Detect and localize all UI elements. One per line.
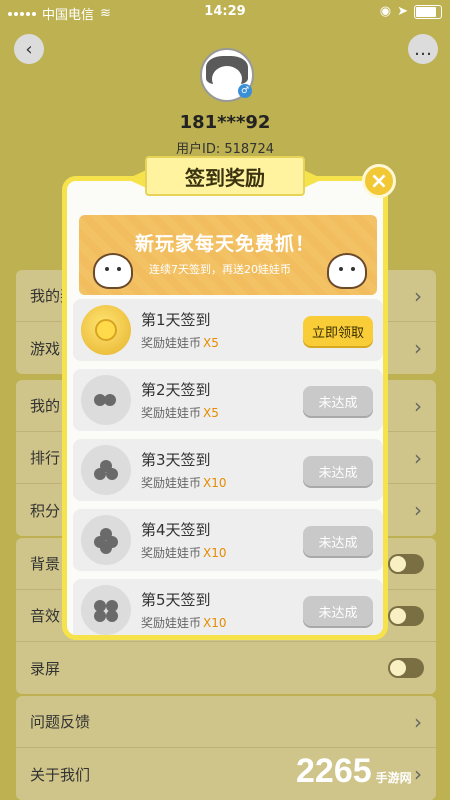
close-icon: ×: [369, 168, 389, 194]
locked-button[interactable]: 未达成: [303, 386, 373, 416]
coin-stack-icon: [81, 445, 131, 495]
row-label: 录屏: [30, 659, 61, 678]
coin-stack-icon: [81, 585, 131, 635]
gender-male-icon: ♂: [238, 84, 252, 98]
chevron-right-icon: ›: [414, 284, 422, 308]
day-reward: 奖励娃娃币 X10: [141, 546, 227, 560]
mascot-right-icon: [327, 253, 367, 289]
chat-icon: …: [414, 38, 432, 60]
row-label: 排行: [30, 449, 61, 467]
record-toggle[interactable]: [388, 658, 424, 678]
back-button[interactable]: ‹: [14, 34, 44, 64]
gold-coin-icon: [81, 305, 131, 355]
reward-qty: X10: [203, 616, 227, 630]
reward-qty: X10: [203, 546, 227, 560]
day-title: 第1天签到: [141, 311, 211, 329]
mascot-left-icon: [93, 253, 133, 289]
row-label: 游戏: [30, 339, 61, 358]
claim-button[interactable]: 立即领取: [303, 316, 373, 346]
settings-row-record: 录屏: [16, 642, 436, 694]
chevron-left-icon: ‹: [25, 38, 33, 60]
coin-stack-icon: [81, 515, 131, 565]
battery-icon: [414, 4, 442, 19]
row-label: 我的: [30, 397, 61, 415]
watermark-logo: 2265 手游网: [296, 752, 412, 790]
lock-rotation-icon: ◉: [379, 4, 392, 19]
locked-button[interactable]: 未达成: [303, 526, 373, 556]
locked-button[interactable]: 未达成: [303, 456, 373, 486]
reward-qty: X5: [203, 406, 219, 420]
dialog-title-ribbon: 签到奖励: [125, 148, 325, 196]
promo-banner: 新玩家每天免费抓！ 连续7天签到，再送20娃娃币: [79, 215, 377, 295]
chevron-right-icon: ›: [414, 336, 422, 360]
sign-in-reward-dialog: 新玩家每天免费抓！ 连续7天签到，再送20娃娃币 第1天签到 奖励娃娃币 X5 立…: [62, 176, 388, 640]
day-title: 第2天签到: [141, 381, 211, 399]
reward-qty: X10: [203, 476, 227, 490]
day-title: 第3天签到: [141, 451, 211, 469]
close-button[interactable]: ×: [362, 164, 396, 198]
day-reward: 奖励娃娃币 X5: [141, 336, 219, 350]
day-row: 第2天签到 奖励娃娃币 X5 未达成: [73, 369, 383, 431]
day-reward: 奖励娃娃币 X5: [141, 406, 219, 420]
username: 181***92: [179, 112, 271, 133]
chevron-right-icon: ›: [414, 446, 422, 470]
chevron-right-icon: ›: [414, 710, 422, 734]
settings-row-feedback[interactable]: 问题反馈 ›: [16, 696, 436, 748]
banner-subtitle: 连续7天签到，再送20娃娃币: [149, 263, 291, 276]
status-bar: 中国电信 ≋ 14:29 ◉ ➤: [0, 0, 450, 24]
day-row: 第1天签到 奖励娃娃币 X5 立即领取: [73, 299, 383, 361]
reward-qty: X5: [203, 336, 219, 350]
message-button[interactable]: …: [408, 34, 438, 64]
banner-title: 新玩家每天免费抓！: [135, 233, 316, 255]
day-title: 第5天签到: [141, 591, 211, 609]
chevron-right-icon: ›: [414, 394, 422, 418]
row-label: 积分: [30, 501, 61, 520]
row-label: 背景: [30, 555, 61, 573]
sound-toggle[interactable]: [388, 606, 424, 626]
day-reward: 奖励娃娃币 X10: [141, 476, 227, 490]
dialog-title: 签到奖励: [145, 156, 305, 196]
background-toggle[interactable]: [388, 554, 424, 574]
row-label: 问题反馈: [30, 713, 91, 731]
day-list: 第1天签到 奖励娃娃币 X5 立即领取 第2天签到 奖励娃娃币 X5 未达成 第3天…: [73, 299, 383, 635]
chevron-right-icon: ›: [414, 498, 422, 522]
day-title: 第4天签到: [141, 521, 211, 539]
day-row: 第3天签到 奖励娃娃币 X10 未达成: [73, 439, 383, 501]
day-row: 第4天签到 奖励娃娃币 X10 未达成: [73, 509, 383, 571]
row-label: 关于我们: [30, 765, 91, 784]
day-row: 第5天签到 奖励娃娃币 X10 未达成: [73, 579, 383, 635]
day-reward: 奖励娃娃币 X10: [141, 616, 227, 630]
coin-stack-icon: [81, 375, 131, 425]
chevron-right-icon: ›: [414, 762, 422, 786]
location-icon: ➤: [397, 4, 408, 19]
locked-button[interactable]: 未达成: [303, 596, 373, 626]
row-label: 音效: [30, 607, 61, 625]
